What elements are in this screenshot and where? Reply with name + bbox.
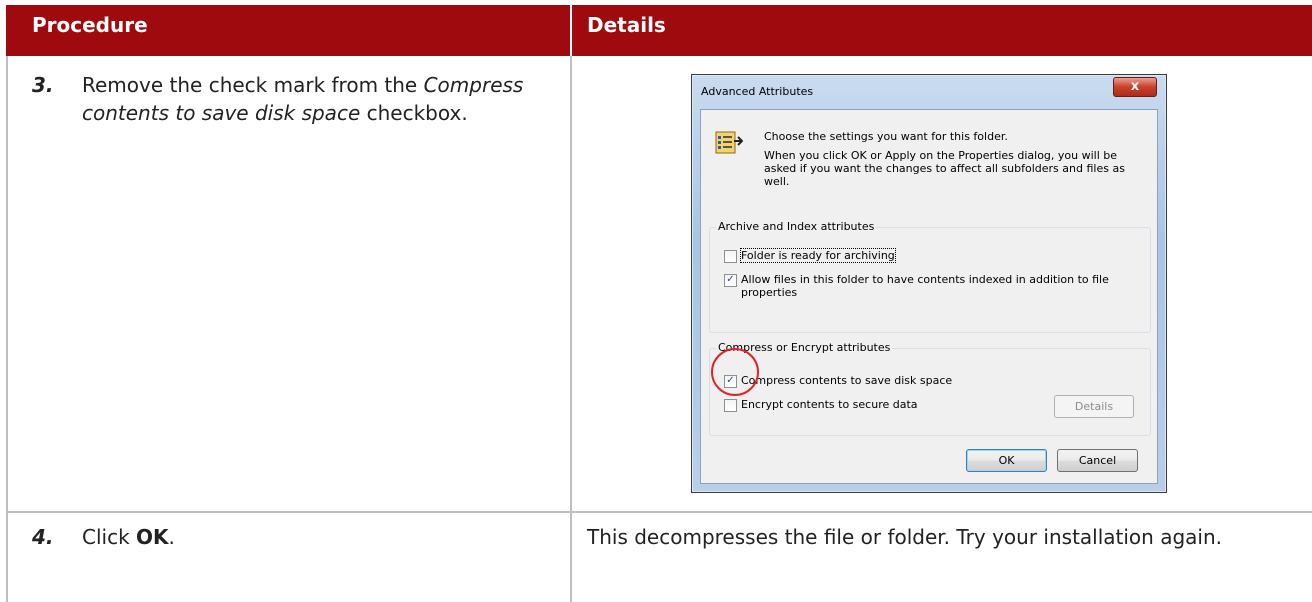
- indexing-label[interactable]: Allow files in this folder to have conte…: [741, 273, 1136, 299]
- dialog-body: Choose the settings you want for this fo…: [700, 109, 1158, 484]
- dialog-intro-heading: Choose the settings you want for this fo…: [764, 130, 1008, 143]
- cancel-button[interactable]: Cancel: [1057, 449, 1138, 472]
- table-column-divider: [570, 56, 572, 602]
- row-divider: [6, 511, 1312, 513]
- archive-group-label: Archive and Index attributes: [716, 220, 877, 233]
- step-number-3: 3.: [32, 73, 54, 97]
- archive-index-group: Archive and Index attributes Folder is r…: [709, 220, 1151, 333]
- compress-label[interactable]: Compress contents to save disk space: [741, 374, 952, 387]
- table-left-border: [6, 56, 8, 602]
- encrypt-label[interactable]: Encrypt contents to secure data: [741, 398, 918, 411]
- highlight-circle: [711, 348, 759, 396]
- indexing-checkbox[interactable]: ✓: [724, 274, 737, 287]
- details-button[interactable]: Details: [1054, 395, 1134, 418]
- folder-attributes-icon: [715, 131, 743, 154]
- step-4-detail: This decompresses the file or folder. Tr…: [587, 525, 1222, 549]
- dialog-title: Advanced Attributes: [701, 85, 814, 98]
- dialog-close-button[interactable]: x: [1113, 77, 1157, 97]
- compress-encrypt-group: Compress or Encrypt attributes ✓ Compres…: [709, 341, 1151, 436]
- header-procedure: Procedure: [32, 13, 148, 37]
- archiving-checkbox[interactable]: [724, 250, 737, 263]
- step-4-text: Click OK.: [82, 525, 175, 549]
- header-details: Details: [587, 13, 666, 37]
- dialog-intro-text: When you click OK or Apply on the Proper…: [764, 149, 1125, 188]
- ok-button[interactable]: OK: [966, 449, 1047, 472]
- step-4-strong: OK: [136, 525, 169, 549]
- advanced-attributes-dialog: Advanced Attributes x Choose the setting…: [691, 74, 1167, 493]
- archiving-label[interactable]: Folder is ready for archiving: [740, 248, 896, 263]
- step-number-4: 4.: [32, 525, 54, 549]
- encrypt-checkbox[interactable]: [724, 399, 737, 412]
- step-3-text: Remove the check mark from the Compress …: [82, 73, 524, 125]
- header-divider: [570, 5, 572, 56]
